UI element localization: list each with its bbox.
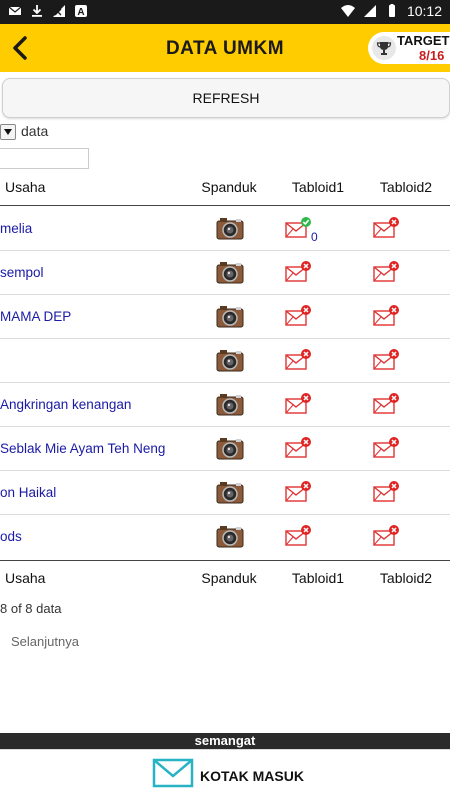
mail-not-sent-icon[interactable] [285,349,311,371]
bottom-bar: KOTAK MASUK [0,749,450,800]
column-header-spanduk[interactable]: Spanduk [201,179,256,195]
next-page-link[interactable]: Selanjutnya [11,634,79,649]
table-row: on Haikal [0,471,450,515]
camera-icon[interactable] [216,348,244,372]
usaha-link[interactable]: ods [0,529,22,544]
clock: 10:12 [406,3,442,19]
usaha-link[interactable]: MAMA DEP [0,309,71,324]
mail-not-sent-icon[interactable] [285,525,311,547]
usaha-link[interactable]: sempol [0,265,44,280]
table-row: ods [0,515,450,559]
table-info: 8 of 8 data [0,601,62,616]
mail-not-sent-icon[interactable] [285,437,311,459]
length-select[interactable] [0,124,16,140]
camera-icon[interactable] [216,524,244,548]
status-left-icons: A [8,4,88,18]
battery-icon [388,4,395,17]
table-row: sempol [0,251,450,295]
no-signal-icon [53,5,65,17]
motto-banner: semangat [0,733,450,749]
mail-not-sent-icon[interactable] [285,481,311,503]
back-button[interactable] [0,24,40,72]
inbox-label: KOTAK MASUK [200,768,304,784]
camera-icon[interactable] [216,392,244,416]
table-footer: Usaha Spanduk Tabloid1 Tabloid2 [0,560,450,596]
column-header-tabloid1[interactable]: Tabloid1 [292,179,344,195]
camera-icon[interactable] [216,216,244,240]
usaha-link[interactable]: melia [0,221,32,236]
dropdown-arrow-icon [4,129,12,135]
length-label: data [21,123,49,139]
envelope-icon [152,758,194,788]
app-a-icon: A [75,5,87,18]
tabloid1-count: 0 [311,230,318,244]
wifi-icon [340,5,355,17]
table-row: melia 0 [0,207,450,251]
footer-tabloid2: Tabloid2 [379,570,433,586]
camera-icon[interactable] [216,480,244,504]
column-header-usaha[interactable]: Usaha [5,179,45,195]
mail-not-sent-icon[interactable] [373,525,399,547]
status-bar: A 10:12 [0,0,450,24]
mail-not-sent-icon[interactable] [373,393,399,415]
mail-not-sent-icon[interactable] [373,217,399,239]
camera-icon[interactable] [216,436,244,460]
mail-not-sent-icon[interactable] [285,393,311,415]
mail-not-sent-icon[interactable] [373,305,399,327]
footer-tabloid1: Tabloid1 [291,570,345,586]
target-badge: TARGET 8/16 [368,32,450,64]
camera-icon[interactable] [216,260,244,284]
svg-text:A: A [77,7,84,18]
footer-usaha: Usaha [5,570,46,586]
footer-spanduk: Spanduk [201,570,257,586]
mail-not-sent-icon[interactable] [373,349,399,371]
table-row: Angkringan kenangan [0,383,450,427]
refresh-button[interactable]: REFRESH [2,78,450,118]
target-value: 8/16 [419,48,445,63]
app-header: DATA UMKM TARGET 8/16 [0,24,450,72]
table-header: Usaha Spanduk Tabloid1 Tabloid2 [0,170,450,206]
status-right-icons: 10:12 [340,3,442,19]
mail-not-sent-icon[interactable] [285,305,311,327]
download-icon [32,5,42,17]
trophy-icon [372,36,396,60]
column-header-tabloid2[interactable]: Tabloid2 [380,179,432,195]
inbox-button[interactable]: KOTAK MASUK [152,758,312,794]
target-label: TARGET [397,33,450,48]
mail-icon [8,6,22,15]
table-row [0,339,450,383]
mail-not-sent-icon[interactable] [373,437,399,459]
table-row: MAMA DEP [0,295,450,339]
mail-sent-icon[interactable] [285,217,311,239]
table-row: Seblak Mie Ayam Teh Neng [0,427,450,471]
table-body: melia 0 sempol MAMA DEP Angkringan kenanga… [0,207,450,559]
camera-icon[interactable] [216,304,244,328]
usaha-link[interactable]: Seblak Mie Ayam Teh Neng [0,441,165,456]
signal-icon [363,5,376,17]
usaha-link[interactable]: Angkringan kenangan [0,397,131,412]
chevron-left-icon [13,36,27,60]
mail-not-sent-icon[interactable] [373,481,399,503]
mail-not-sent-icon[interactable] [285,261,311,283]
search-input[interactable] [0,148,89,169]
mail-not-sent-icon[interactable] [373,261,399,283]
usaha-link[interactable]: on Haikal [0,485,56,500]
